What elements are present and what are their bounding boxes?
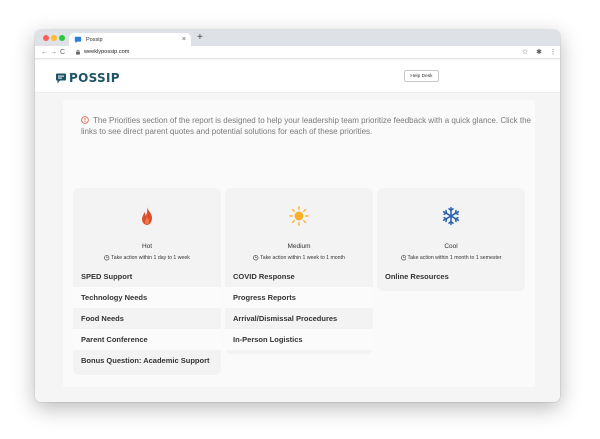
priority-timeframe: Take action within 1 week to 1 month <box>225 255 373 261</box>
priority-column-cool: Cool Take action within 1 month to 1 sem… <box>377 188 527 291</box>
priority-timeframe: Take action within 1 day to 1 week <box>73 255 221 261</box>
lock-icon <box>76 49 80 55</box>
priority-header: Cool Take action within 1 month to 1 sem… <box>377 188 525 266</box>
priority-item-covid-response[interactable]: COVID Response <box>225 266 373 287</box>
intro-text: The Priorities section of the report is … <box>81 116 532 136</box>
priority-title: Cool <box>444 243 458 250</box>
priority-timeframe-text: Take action within 1 day to 1 week <box>111 255 190 261</box>
priority-card: Medium Take action within 1 week to 1 mo… <box>225 188 373 354</box>
priority-timeframe-text: Take action within 1 month to 1 semester <box>407 255 502 261</box>
flame-icon <box>142 207 152 225</box>
back-icon[interactable]: ← <box>40 49 49 56</box>
priority-card: Hot Take action within 1 day to 1 week S… <box>73 188 221 375</box>
priority-item-online-resources[interactable]: Online Resources <box>377 266 525 287</box>
priority-header: Hot Take action within 1 day to 1 week <box>73 188 221 266</box>
possip-favicon-icon <box>74 36 82 43</box>
priorities-intro: The Priorities section of the report is … <box>81 115 531 137</box>
info-icon <box>81 116 89 124</box>
priority-title: Hot <box>141 243 153 250</box>
priority-column-medium: Medium Take action within 1 week to 1 mo… <box>225 188 375 354</box>
forward-icon[interactable]: → <box>49 49 58 56</box>
minimize-window-button[interactable] <box>51 35 57 41</box>
priorities-section: The Priorities section of the report is … <box>63 100 535 387</box>
extensions-icon[interactable]: ✱ <box>532 49 546 56</box>
clock-icon <box>253 255 259 261</box>
snowflake-icon <box>442 206 460 226</box>
priority-title: Medium <box>287 243 311 250</box>
tab-title: Possip <box>86 36 103 43</box>
help-desk-button[interactable]: Help Desk <box>404 70 439 82</box>
priority-item-technology-needs[interactable]: Technology Needs <box>73 287 221 308</box>
clock-icon <box>104 255 110 261</box>
tab-close-icon[interactable]: × <box>182 36 186 43</box>
logo-text: POSSIP <box>69 71 120 85</box>
possip-logo[interactable]: POSSIP <box>55 71 120 85</box>
priority-item-sped-support[interactable]: SPED Support <box>73 266 221 287</box>
priority-header: Medium Take action within 1 week to 1 mo… <box>225 188 373 266</box>
browser-menu-icon[interactable]: ⋮ <box>546 49 560 56</box>
browser-tab-bar: Possip × + <box>35 30 560 46</box>
logo-speech-bubble-icon <box>56 73 66 83</box>
browser-toolbar: ← → C weeklypossip.com ☆ ✱ ⋮ <box>35 46 560 59</box>
priority-card: Cool Take action within 1 month to 1 sem… <box>377 188 525 291</box>
priority-column-hot: Hot Take action within 1 day to 1 week S… <box>73 188 223 375</box>
close-window-button[interactable] <box>43 35 49 41</box>
browser-tab[interactable]: Possip × <box>69 33 191 46</box>
sun-icon <box>289 206 309 226</box>
priority-timeframe: Take action within 1 month to 1 semester <box>377 255 525 261</box>
reload-icon[interactable]: C <box>58 49 67 56</box>
clock-icon <box>400 255 406 261</box>
priority-timeframe-text: Take action within 1 week to 1 month <box>260 255 345 261</box>
priority-item-food-needs[interactable]: Food Needs <box>73 308 221 329</box>
priority-item-bonus-academic-support[interactable]: Bonus Question: Academic Support <box>73 350 221 371</box>
priority-item-in-person-logistics[interactable]: In-Person Logistics <box>225 329 373 350</box>
browser-window: Possip × + ← → C weeklypossip.com ☆ ✱ ⋮ … <box>35 30 560 402</box>
priority-item-arrival-dismissal[interactable]: Arrival/Dismissal Procedures <box>225 308 373 329</box>
site-header: POSSIP Help Desk <box>35 60 560 93</box>
bookmark-star-icon[interactable]: ☆ <box>518 49 532 56</box>
priority-item-parent-conference[interactable]: Parent Conference <box>73 329 221 350</box>
priority-item-progress-reports[interactable]: Progress Reports <box>225 287 373 308</box>
address-bar[interactable]: weeklypossip.com <box>84 49 129 55</box>
maximize-window-button[interactable] <box>59 35 65 41</box>
new-tab-button[interactable]: + <box>197 32 203 44</box>
